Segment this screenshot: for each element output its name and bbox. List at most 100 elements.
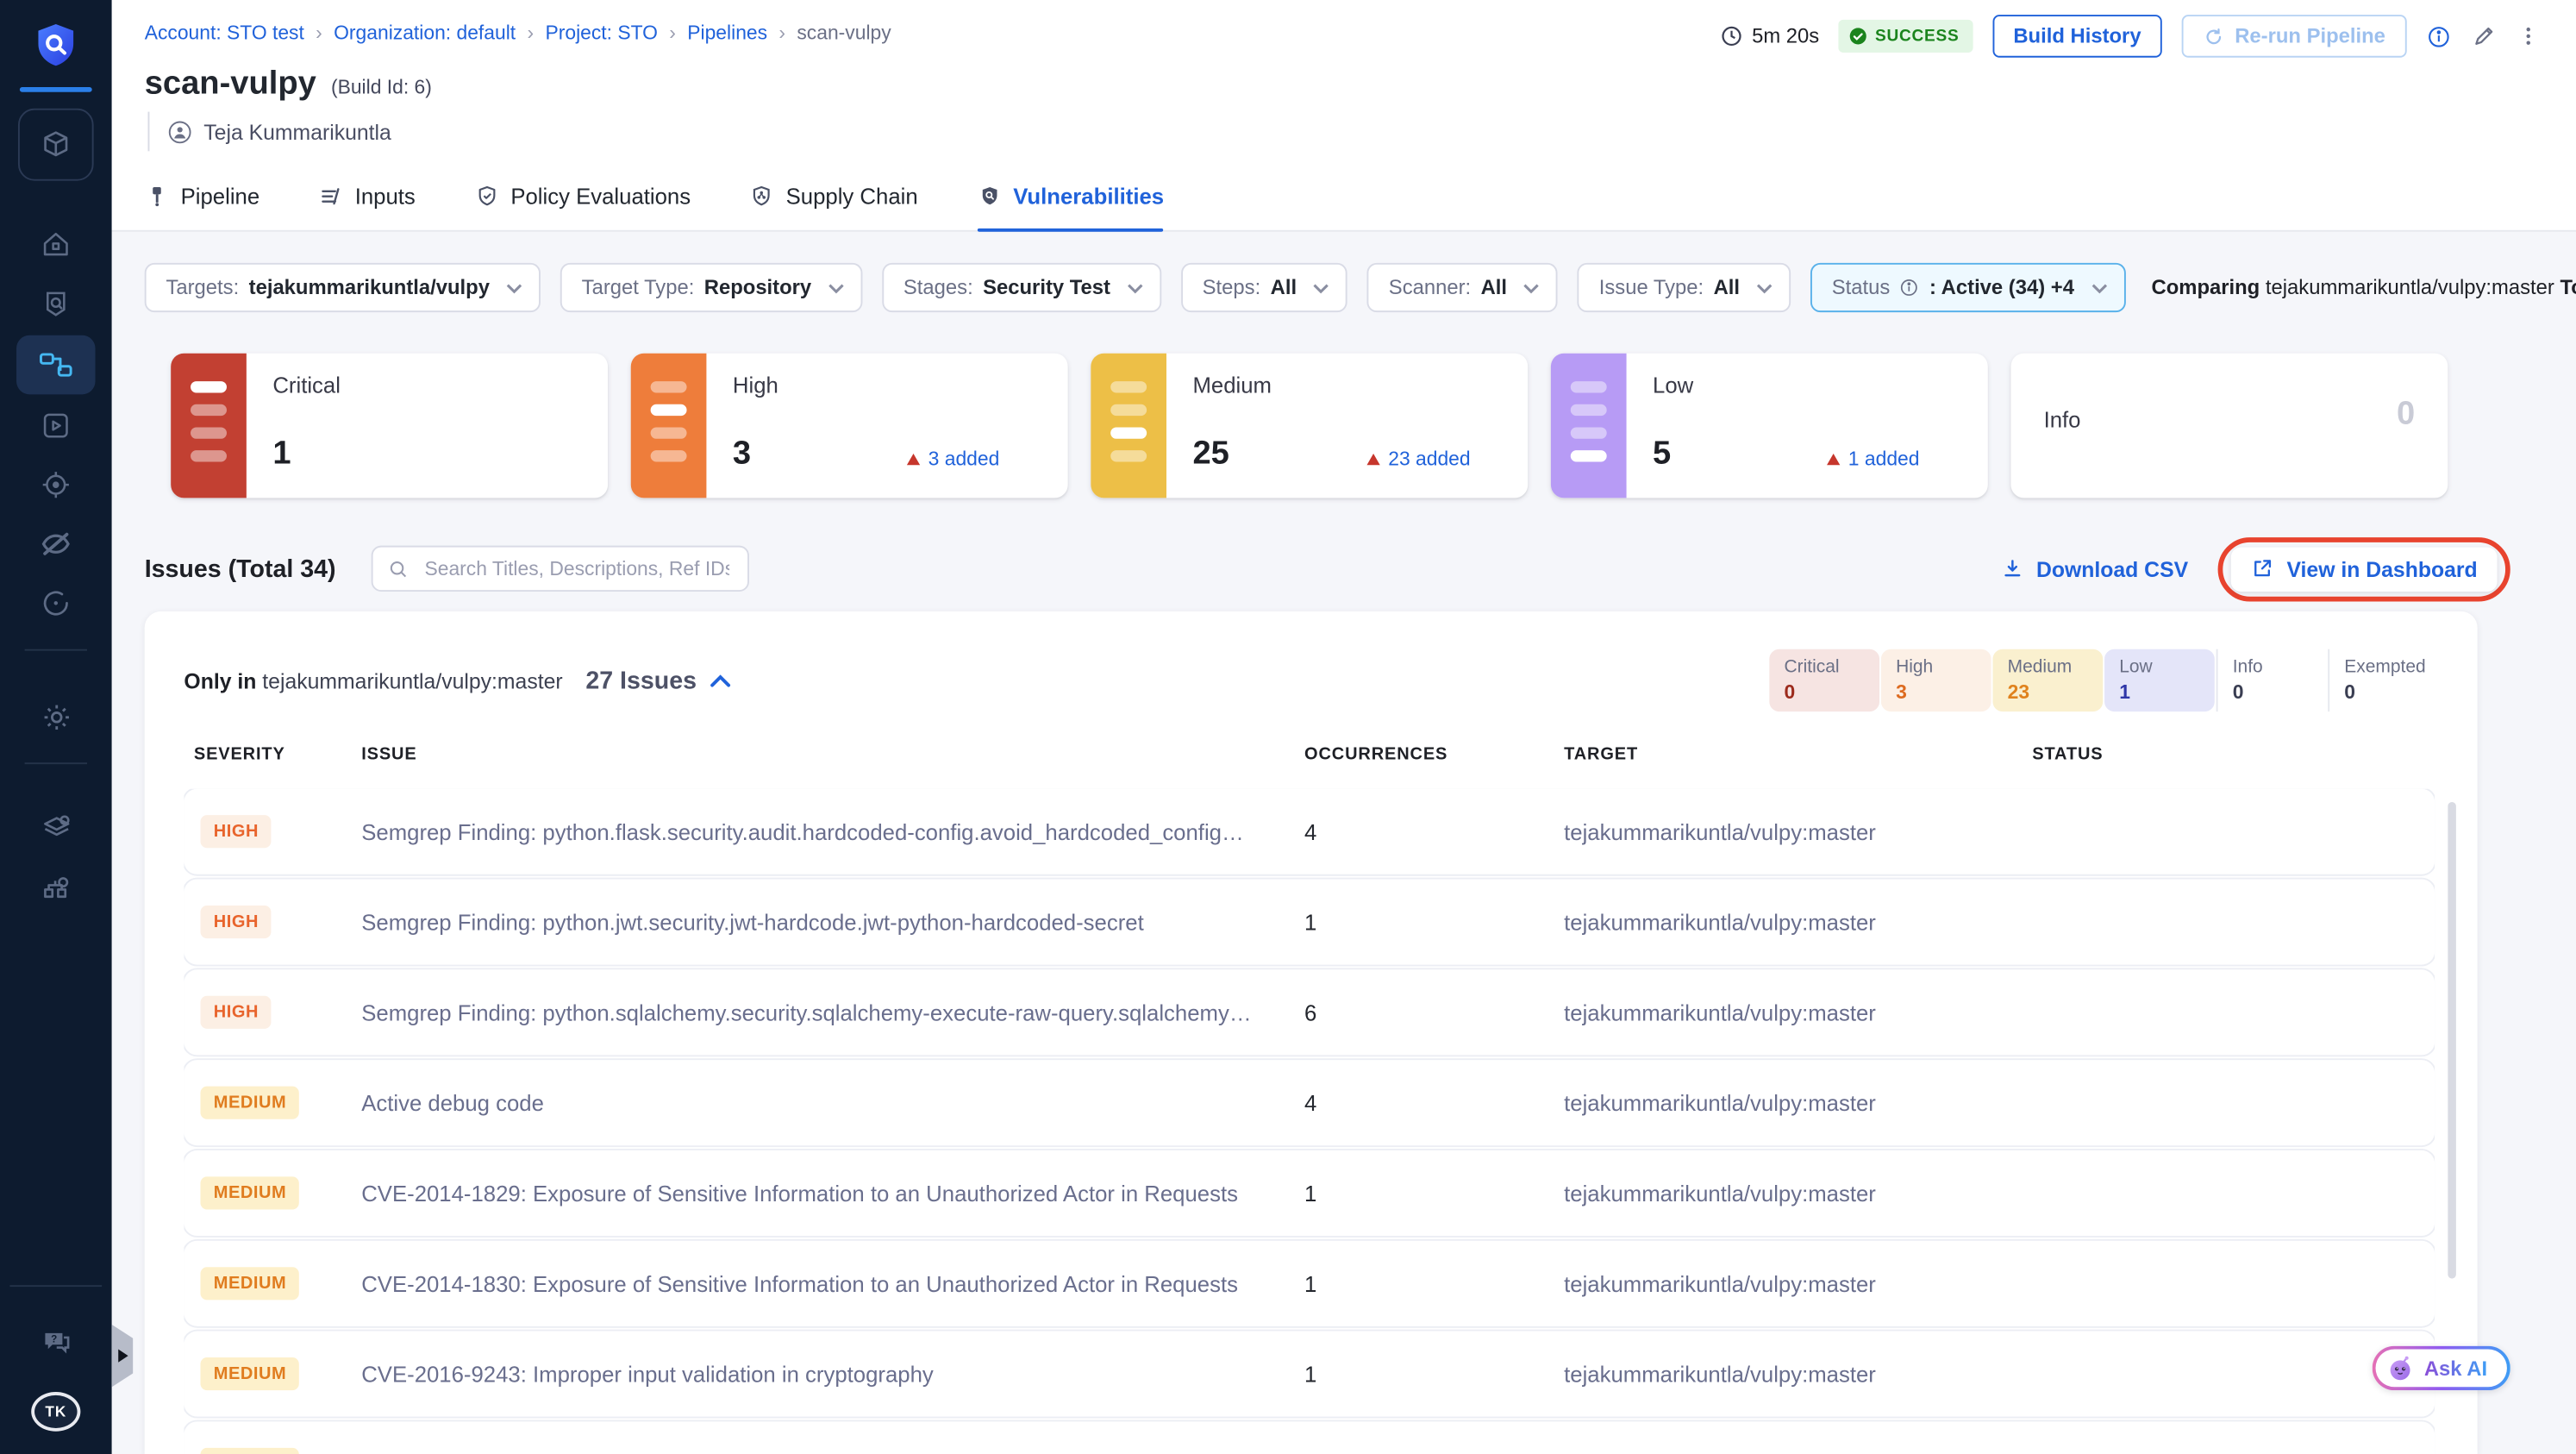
tab-inputs[interactable]: Inputs [319, 178, 416, 232]
col-target: TARGET [1564, 744, 1639, 765]
comparing-target[interactable]: tejakummarikuntla/vulpy:master [2266, 276, 2554, 299]
filter-targets[interactable]: Targets: tejakummarikuntla/vulpy [144, 262, 541, 313]
issues-search[interactable] [372, 545, 750, 592]
breadcrumb-project[interactable]: Project: STO [516, 22, 657, 45]
shield-check-icon [474, 184, 499, 209]
severity-card-low[interactable]: Low 5 1 added [1550, 353, 1988, 498]
search-input[interactable] [421, 555, 734, 582]
issues-total-title: Issues (Total 34) [144, 555, 336, 583]
table-row[interactable]: HIGH Semgrep Finding: python.sqlalchemy.… [184, 969, 2435, 1056]
table-row[interactable]: MEDIUM CVE-2014-1829: Exposure of Sensit… [184, 1150, 2435, 1237]
sidebar-item-targets[interactable] [18, 457, 94, 513]
group-collapse-toggle[interactable]: 27 Issues [585, 667, 731, 694]
chevron-right-icon [117, 1349, 128, 1363]
filter-status[interactable]: Status : Active (34) +4 [1810, 262, 2126, 313]
build-duration: 5m 20s [1721, 25, 1819, 47]
author-name: Teja Kummarikuntla [203, 119, 391, 144]
external-link-icon [2251, 557, 2274, 580]
sidebar-item-home[interactable] [18, 217, 94, 273]
search-icon [389, 558, 410, 580]
col-severity: SEVERITY [193, 744, 285, 765]
table-row[interactable]: HIGH Semgrep Finding: python.jwt.securit… [184, 879, 2435, 965]
issues-toolbar: Issues (Total 34) Download CSV [144, 536, 2510, 601]
cube-icon [38, 127, 74, 163]
chip-info: Info 0 [2216, 649, 2327, 712]
info-icon[interactable] [2427, 24, 2452, 49]
triangle-up-icon [906, 452, 921, 465]
breadcrumb-account[interactable]: Account: STO test [145, 22, 304, 45]
status-badge: SUCCESS [1839, 19, 1973, 53]
severity-badge: HIGH [200, 905, 272, 939]
breadcrumb: Account: STO test Organization: default … [145, 22, 891, 45]
sidebar-item-settings[interactable] [18, 688, 94, 744]
table-row[interactable]: HIGH Semgrep Finding: python.flask.secur… [184, 788, 2435, 874]
module-selector-button[interactable] [17, 108, 94, 181]
sidebar-item-exemptions[interactable] [18, 516, 94, 572]
table-row[interactable]: MEDIUM [184, 1421, 2435, 1454]
settings-gear-icon [39, 699, 73, 734]
filter-scanner[interactable]: Scanner: All [1367, 262, 1559, 313]
tab-supply-chain[interactable]: Supply Chain [750, 178, 918, 232]
severity-badge: MEDIUM [200, 1267, 300, 1300]
shield-nodes-icon [750, 184, 775, 209]
table-row[interactable]: MEDIUM CVE-2016-9243: Improper input val… [184, 1331, 2435, 1417]
severity-chip-strip: Critical 0 High 3 Medium 23 Low 1 Info 0 Exem… [1767, 649, 2437, 712]
breadcrumb-pipelines[interactable]: Pipelines [658, 22, 767, 45]
triangle-up-icon [1366, 452, 1380, 465]
severity-card-medium[interactable]: Medium 25 23 added [1091, 353, 1529, 498]
sidebar-item-executions[interactable] [18, 398, 94, 454]
col-issue: ISSUE [361, 744, 417, 765]
filter-stages[interactable]: Stages: Security Test [882, 262, 1162, 313]
download-csv-button[interactable]: Download CSV [2002, 556, 2188, 581]
kebab-menu-icon[interactable] [2517, 23, 2540, 49]
severity-badge: MEDIUM [200, 1357, 300, 1391]
sidebar-item-scans[interactable] [18, 276, 94, 332]
edit-pencil-icon[interactable] [2471, 23, 2497, 49]
build-history-button[interactable]: Build History [1991, 15, 2163, 58]
target-icon [40, 468, 72, 501]
sidebar-footer: ? TK [0, 1285, 112, 1454]
chevron-down-icon [828, 282, 844, 293]
app-root: ? TK Account: STO test Organization: def… [0, 0, 2576, 1454]
ask-ai-button[interactable]: Ask AI [2372, 1346, 2510, 1390]
rerun-pipeline-button[interactable]: Re-run Pipeline [2182, 15, 2407, 58]
chip-high: High 3 [1880, 649, 1991, 712]
tab-pipeline[interactable]: Pipeline [145, 178, 259, 232]
severity-card-info[interactable]: Info 0 [2010, 353, 2448, 498]
chip-low: Low 1 [2104, 649, 2215, 712]
sidebar-item-getting-started[interactable] [18, 575, 94, 631]
page-header: Account: STO test Organization: default … [111, 0, 2576, 232]
harness-sto-logo-icon[interactable] [29, 20, 82, 72]
chevron-down-icon [1756, 282, 1773, 293]
breadcrumb-organization[interactable]: Organization: default [304, 22, 516, 45]
user-avatar[interactable]: TK [31, 1392, 81, 1432]
logo-divider [19, 86, 92, 92]
table-scrollbar[interactable] [2448, 801, 2456, 1279]
comparing-text: Comparing tejakummarikuntla/vulpy:master… [2151, 276, 2576, 299]
left-nav-sidebar: ? TK [0, 0, 112, 1454]
view-in-dashboard-button[interactable]: View in Dashboard [2230, 546, 2498, 592]
severity-card-critical[interactable]: Critical 1 [171, 353, 609, 498]
pipeline-pin-icon [145, 184, 170, 209]
eye-off-icon [40, 528, 72, 561]
sidebar-item-pipelines[interactable] [16, 335, 96, 395]
sidebar-item-org-setup[interactable] [18, 858, 94, 914]
filter-steps[interactable]: Steps: All [1180, 262, 1348, 313]
layers-settings-icon [39, 810, 73, 844]
issues-table-body: HIGH Semgrep Finding: python.flask.secur… [184, 788, 2435, 1454]
severity-badge: MEDIUM [200, 1447, 300, 1454]
sidebar-item-project-setup[interactable] [18, 799, 94, 855]
red-annotation-circle: View in Dashboard [2217, 536, 2510, 601]
refresh-icon [2204, 26, 2225, 47]
tab-vulnerabilities[interactable]: Vulnerabilities [977, 178, 1164, 232]
filter-issue-type[interactable]: Issue Type: All [1577, 262, 1791, 313]
table-row[interactable]: MEDIUM Active debug code 4 tejakummariku… [184, 1060, 2435, 1146]
issues-group-header: Only in tejakummarikuntla/vulpy:master 2… [184, 648, 2437, 713]
sidebar-divider [24, 649, 87, 651]
table-row[interactable]: MEDIUM CVE-2014-1830: Exposure of Sensit… [184, 1240, 2435, 1326]
severity-card-high[interactable]: High 3 3 added [630, 353, 1068, 498]
scan-search-icon [40, 287, 72, 320]
tab-policy-evaluations[interactable]: Policy Evaluations [474, 178, 691, 232]
filter-target-type[interactable]: Target Type: Repository [560, 262, 863, 313]
help-button[interactable]: ? [18, 1313, 94, 1369]
